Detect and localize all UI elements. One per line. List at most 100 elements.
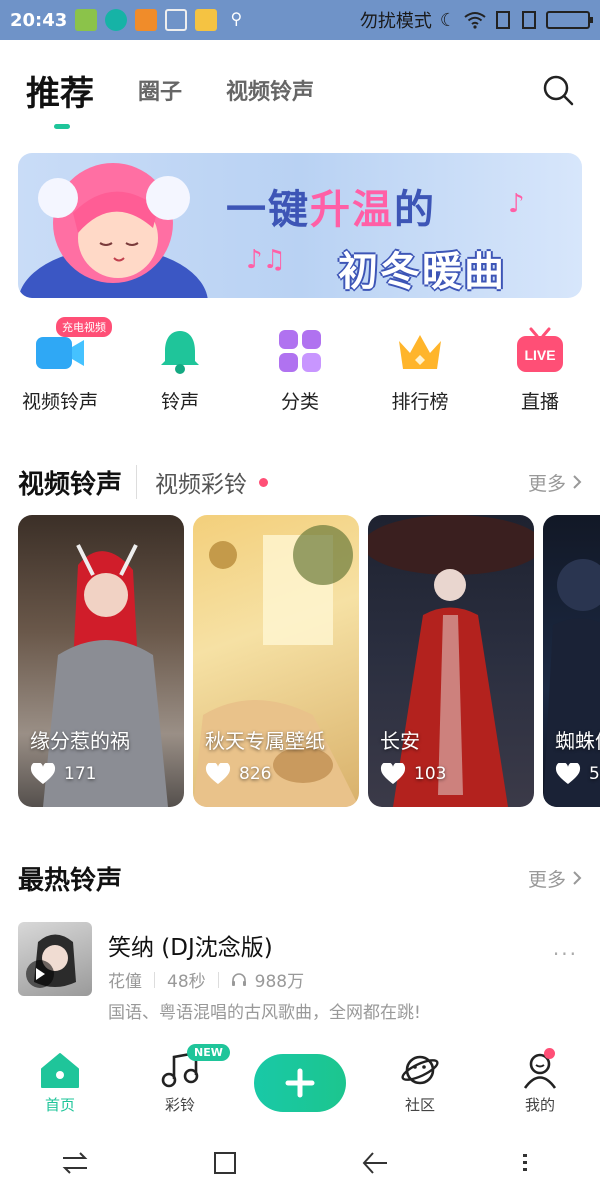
video-section-header: 视频铃声 视频彩铃 更多 bbox=[18, 462, 582, 502]
video-card[interactable]: 秋天专属壁纸 826 bbox=[193, 515, 359, 807]
more-button-hot[interactable]: 更多 bbox=[528, 865, 582, 892]
nav-color-ringtone[interactable]: NEW 彩铃 bbox=[135, 1044, 230, 1115]
home-square-icon[interactable] bbox=[205, 1143, 245, 1183]
more-options-icon[interactable]: ··· bbox=[553, 942, 578, 966]
shortcut-video-ringtone[interactable]: 充电视频 视频铃声 bbox=[5, 317, 115, 425]
shortcut-ranking[interactable]: 排行榜 bbox=[365, 325, 475, 425]
shortcut-label: 分类 bbox=[280, 391, 319, 413]
folder-notification-icon bbox=[195, 9, 218, 31]
signal-icon bbox=[496, 11, 510, 29]
banner-headline: 一键升温的 bbox=[226, 187, 436, 233]
song-description: 国语、粤语混唱的古风歌曲，全网都在跳! bbox=[108, 1003, 421, 1023]
shortcut-label: 排行榜 bbox=[391, 391, 449, 413]
bottom-nav: 首页 NEW 彩铃 社区 我的 bbox=[0, 1040, 600, 1125]
battery-icon bbox=[546, 11, 593, 29]
tab-video-color-ringtone[interactable]: 视频彩铃 bbox=[136, 465, 269, 499]
video-card-list: 缘分惹的祸 171 秋天专属壁纸 826 长安 103 蜘蛛 5 bbox=[18, 515, 600, 807]
status-right: 勿扰模式 ☾ bbox=[360, 7, 593, 33]
search-icon[interactable] bbox=[542, 74, 574, 106]
nav-community[interactable]: 社区 bbox=[375, 1050, 465, 1115]
banner-illustration bbox=[18, 163, 208, 298]
video-card[interactable]: 蜘蛛侠 5 bbox=[543, 515, 600, 807]
status-bar: 20:43 ⚲ 勿扰模式 ☾ bbox=[0, 0, 600, 40]
song-title: 笑纳 (DJ沈念版) bbox=[108, 935, 273, 961]
shortcut-category[interactable]: 分类 bbox=[245, 325, 355, 425]
video-card[interactable]: 缘分惹的祸 171 bbox=[18, 515, 184, 807]
signal-icon-2 bbox=[522, 11, 536, 29]
app-notification-icon bbox=[75, 9, 98, 31]
video-card[interactable]: 长安 103 bbox=[368, 515, 534, 807]
music-note-icon: ♪♫ bbox=[246, 245, 286, 275]
card-title: 秋天专属壁纸 bbox=[205, 729, 325, 753]
card-likes: 171 bbox=[30, 763, 96, 785]
song-meta: 花僮 48秒 988万 bbox=[108, 967, 304, 992]
card-likes: 5 bbox=[555, 763, 600, 785]
svg-text:LIVE: LIVE bbox=[524, 347, 555, 363]
grid-icon bbox=[279, 330, 321, 372]
planet-icon bbox=[401, 1055, 439, 1085]
divider bbox=[154, 971, 155, 988]
chevron-right-icon bbox=[573, 475, 582, 489]
sync-notification-icon bbox=[105, 9, 128, 31]
card-likes: 826 bbox=[205, 763, 271, 785]
plus-icon bbox=[285, 1068, 315, 1097]
shortcut-grid: 充电视频 视频铃声 铃声 分类 排行榜 LIVE 直播 bbox=[0, 317, 600, 425]
promo-banner[interactable]: ♪♫ ♪ 一键升温的 初冬暖曲 bbox=[18, 153, 582, 298]
switch-apps-icon[interactable] bbox=[55, 1143, 95, 1183]
shortcut-label: 直播 bbox=[520, 391, 559, 413]
tab-video-ringtone[interactable]: 视频铃声 bbox=[226, 74, 314, 106]
heart-icon bbox=[380, 763, 406, 784]
song-artist: 花僮 bbox=[108, 972, 142, 992]
card-title: 蜘蛛侠 bbox=[555, 729, 600, 753]
shortcut-ringtone[interactable]: 铃声 bbox=[125, 325, 235, 425]
charge-video-badge: 充电视频 bbox=[56, 317, 112, 337]
heart-icon bbox=[205, 763, 231, 784]
tab-circle[interactable]: 圈子 bbox=[138, 74, 182, 106]
create-button[interactable] bbox=[254, 1053, 346, 1112]
play-icon[interactable] bbox=[26, 960, 54, 988]
broom-notification-icon bbox=[165, 9, 188, 31]
usb-notification-icon: ⚲ bbox=[230, 9, 243, 28]
section-title-hot: 最热铃声 bbox=[18, 865, 123, 896]
song-cover[interactable] bbox=[18, 922, 92, 996]
live-tv-icon: LIVE bbox=[517, 327, 563, 372]
music-note-icon-2: ♪ bbox=[508, 189, 525, 219]
banner-subheadline: 初冬暖曲 bbox=[338, 249, 506, 295]
more-button-video[interactable]: 更多 bbox=[528, 469, 582, 496]
card-title: 长安 bbox=[380, 729, 420, 753]
tab-recommend[interactable]: 推荐 bbox=[26, 66, 94, 129]
headphones-icon bbox=[231, 972, 246, 986]
song-duration: 48秒 bbox=[167, 972, 206, 992]
status-time: 20:43 bbox=[10, 9, 68, 31]
bell-icon bbox=[161, 331, 199, 374]
song-plays: 988万 bbox=[254, 972, 305, 992]
menu-dots-icon[interactable] bbox=[505, 1143, 545, 1183]
hot-section-header: 最热铃声 更多 bbox=[18, 858, 582, 898]
shortcut-label: 铃声 bbox=[160, 391, 199, 413]
notification-dot bbox=[544, 1048, 555, 1059]
top-tabs: 推荐 圈子 视频铃声 bbox=[0, 40, 600, 140]
divider bbox=[217, 971, 219, 988]
shortcut-label: 视频铃声 bbox=[21, 391, 98, 413]
back-icon[interactable] bbox=[355, 1143, 395, 1183]
heart-icon bbox=[30, 763, 56, 784]
song-row[interactable]: 笑纳 (DJ沈念版) 花僮 48秒 988万 国语、粤语混唱的古风歌曲，全网都在… bbox=[18, 920, 582, 1030]
wifi-icon bbox=[464, 12, 486, 29]
new-badge: NEW bbox=[187, 1044, 230, 1061]
nav-home[interactable]: 首页 bbox=[15, 1050, 105, 1115]
crown-icon bbox=[399, 335, 441, 369]
shortcut-live[interactable]: LIVE 直播 bbox=[485, 325, 595, 425]
cover-art bbox=[34, 934, 76, 987]
moon-icon: ☾ bbox=[439, 9, 456, 31]
heart-icon bbox=[555, 763, 581, 784]
card-title: 缘分惹的祸 bbox=[30, 729, 130, 753]
card-likes: 103 bbox=[380, 763, 446, 785]
user-icon bbox=[523, 1053, 557, 1089]
nav-create[interactable] bbox=[254, 1053, 346, 1112]
warning-notification-icon bbox=[135, 9, 158, 31]
nav-profile[interactable]: 我的 bbox=[495, 1048, 585, 1115]
notification-icons: ⚲ bbox=[75, 9, 247, 31]
section-title-video: 视频铃声 bbox=[18, 469, 123, 500]
home-icon bbox=[41, 1053, 79, 1088]
system-nav-bar bbox=[0, 1125, 600, 1200]
